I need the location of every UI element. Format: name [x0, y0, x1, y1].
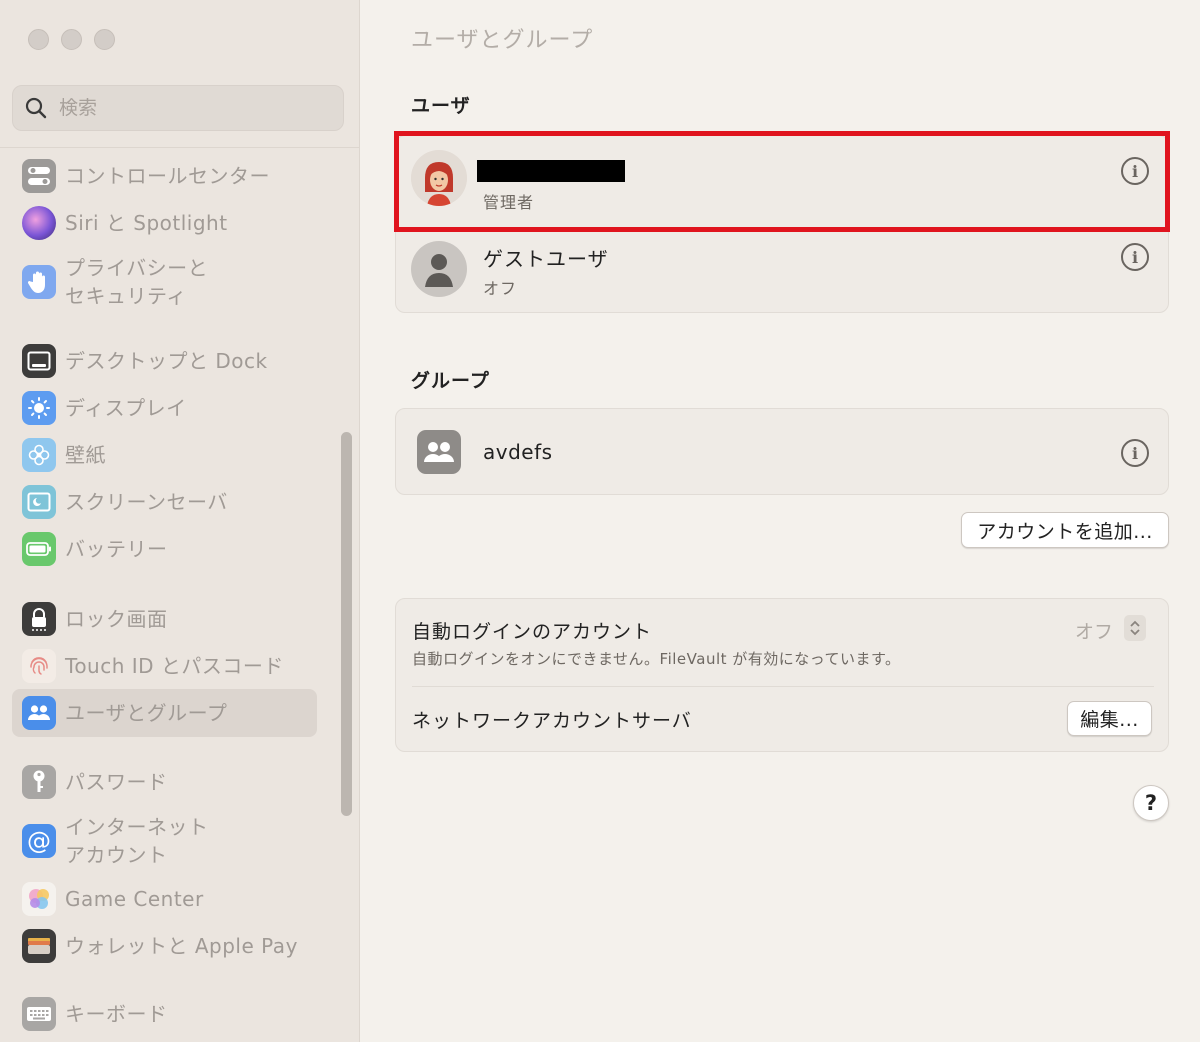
sidebar-item-label: コントロールセンター: [65, 164, 270, 188]
sidebar-item-users-groups[interactable]: ユーザとグループ: [12, 689, 317, 737]
siri-icon: [22, 206, 56, 240]
display-brightness-icon: [22, 391, 56, 425]
login-settings-card: 自動ログインのアカウント 自動ログインをオンにできません。FileVault が…: [395, 598, 1169, 752]
sidebar-item-siri-spotlight[interactable]: Siri と Spotlight: [12, 205, 317, 241]
sidebar-item-label: プライバシーと セキュリティ: [65, 256, 209, 308]
red-highlight-box: [394, 131, 1170, 232]
users-section-label: ユーザ: [411, 95, 471, 117]
auto-login-description: 自動ログインをオンにできません。FileVault が有効になっています。: [412, 650, 901, 668]
search-input[interactable]: [59, 97, 309, 119]
privacy-hand-icon: [22, 265, 56, 299]
search-icon: [25, 97, 47, 119]
chevron-up-down-icon: [1130, 620, 1140, 636]
sidebar-item-label: ウォレットと Apple Pay: [65, 934, 298, 958]
sidebar-item-privacy-security[interactable]: プライバシーと セキュリティ: [12, 253, 317, 311]
network-server-title: ネットワークアカウントサーバ: [412, 710, 692, 732]
info-icon[interactable]: i: [1121, 439, 1149, 467]
wallpaper-flower-icon: [22, 438, 56, 472]
sidebar-item-label: デスクトップと Dock: [65, 349, 268, 373]
add-account-button[interactable]: アカウントを追加...: [961, 512, 1169, 548]
sidebar-item-wallpaper[interactable]: 壁紙: [12, 437, 317, 473]
auto-login-popup-value[interactable]: オフ: [1075, 617, 1113, 644]
sidebar-item-label: ロック画面: [65, 607, 168, 631]
zoom-window-button[interactable]: [94, 29, 115, 50]
screensaver-icon: [22, 485, 56, 519]
sidebar-item-label: パスワード: [65, 770, 168, 794]
control-center-icon: [22, 159, 56, 193]
sidebar-scrollbar[interactable]: [341, 432, 352, 816]
help-button[interactable]: ?: [1133, 785, 1169, 821]
battery-icon: [22, 532, 56, 566]
fingerprint-icon: [22, 649, 56, 683]
groups-card: avdefs i: [395, 408, 1169, 495]
info-icon[interactable]: i: [1121, 243, 1149, 271]
search-field[interactable]: [12, 85, 344, 131]
sidebar-item-label: ユーザとグループ: [65, 701, 228, 725]
sidebar-item-label: Touch ID とパスコード: [65, 654, 284, 678]
page-title: ユーザとグループ: [411, 28, 594, 53]
auto-login-stepper[interactable]: [1124, 615, 1146, 641]
game-center-icon: [22, 882, 56, 916]
keyboard-icon: [22, 997, 56, 1031]
sidebar-item-wallet-apple-pay[interactable]: ウォレットと Apple Pay: [12, 928, 317, 964]
sidebar-item-label: バッテリー: [65, 537, 168, 561]
lock-screen-icon: [22, 602, 56, 636]
sidebar-item-display[interactable]: ディスプレイ: [12, 390, 317, 426]
close-window-button[interactable]: [28, 29, 49, 50]
sidebar: コントロールセンター Siri と Spotlight プライバシーと セキュリ…: [0, 0, 360, 1042]
desktop-dock-icon: [22, 344, 56, 378]
sidebar-item-label: インターネット アカウント: [65, 815, 209, 867]
user-name: ゲストユーザ: [483, 247, 609, 271]
auto-login-title: 自動ログインのアカウント: [412, 621, 653, 643]
settings-divider: [412, 686, 1154, 687]
sidebar-item-label: Game Center: [65, 887, 204, 911]
sidebar-item-label: スクリーンセーバ: [65, 490, 228, 514]
sidebar-item-lock-screen[interactable]: ロック画面: [12, 601, 317, 637]
window-controls: [28, 29, 115, 50]
group-icon: [417, 430, 461, 474]
key-icon: [22, 765, 56, 799]
sidebar-item-control-center[interactable]: コントロールセンター: [12, 158, 317, 194]
sidebar-divider: [0, 147, 360, 148]
user-row-guest[interactable]: ゲストユーザ オフ i: [396, 225, 1170, 314]
groups-section-label: グループ: [411, 370, 490, 392]
sidebar-item-passwords[interactable]: パスワード: [12, 764, 317, 800]
sidebar-item-keyboard[interactable]: キーボード: [12, 996, 317, 1032]
sidebar-item-game-center[interactable]: Game Center: [12, 881, 317, 917]
sidebar-item-label: ディスプレイ: [65, 396, 187, 420]
minimize-window-button[interactable]: [61, 29, 82, 50]
edit-network-server-button[interactable]: 編集...: [1067, 701, 1152, 736]
sidebar-item-internet-accounts[interactable]: @ インターネット アカウント: [12, 812, 317, 870]
sidebar-item-screensaver[interactable]: スクリーンセーバ: [12, 484, 317, 520]
sidebar-item-battery[interactable]: バッテリー: [12, 531, 317, 567]
group-name: avdefs: [483, 440, 553, 464]
sidebar-item-label: キーボード: [65, 1002, 168, 1026]
sidebar-item-label: 壁紙: [65, 443, 106, 467]
guest-avatar: [411, 241, 467, 297]
at-sign-icon: @: [22, 824, 56, 858]
user-role: オフ: [483, 279, 518, 298]
sidebar-item-touch-id[interactable]: Touch ID とパスコード: [12, 648, 317, 684]
group-row[interactable]: avdefs i: [396, 409, 1170, 496]
sidebar-item-label: Siri と Spotlight: [65, 211, 228, 235]
users-groups-icon: [22, 696, 56, 730]
wallet-icon: [22, 929, 56, 963]
sidebar-item-desktop-dock[interactable]: デスクトップと Dock: [12, 343, 317, 379]
